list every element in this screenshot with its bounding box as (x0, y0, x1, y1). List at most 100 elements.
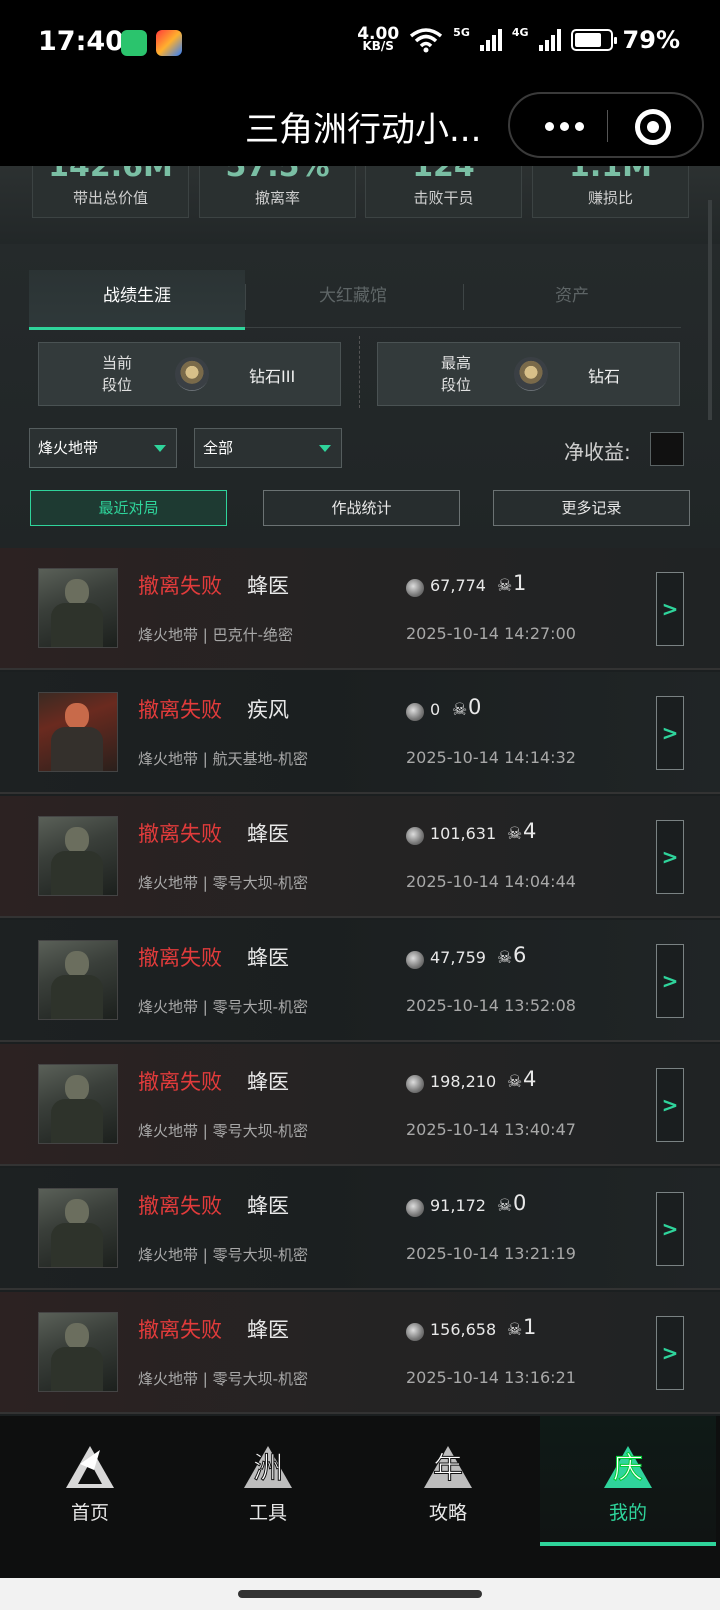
kill-count: 1 (523, 1315, 537, 1339)
recent-matches-button[interactable]: 最近对局 (30, 490, 227, 526)
kill-count: 4 (523, 819, 537, 843)
coin-icon (406, 1075, 424, 1093)
avatar-head (65, 579, 89, 605)
match-result: 撤离失败 (138, 946, 222, 970)
diamond-rank-icon (175, 357, 209, 391)
stat-label: 带出总价值 (72, 189, 148, 207)
operator-avatar (38, 816, 118, 896)
stat-card: 124 击败干员 (365, 166, 522, 218)
highest-rank-label: 最高 段位 (440, 354, 471, 394)
loot-value: 156,658 (430, 1320, 497, 1339)
home-indicator[interactable] (238, 1590, 482, 1598)
kill-count: 4 (523, 1067, 537, 1091)
map-info: 烽火地带 | 零号大坝-机密 (138, 998, 309, 1016)
match-result: 撤离失败 (138, 698, 222, 722)
signal-icon (538, 29, 561, 51)
avatar-head (65, 1199, 89, 1225)
more-records-button[interactable]: 更多记录 (493, 490, 690, 526)
match-detail-button[interactable]: > (656, 820, 684, 894)
profile-logo-icon: 庆 (604, 1446, 652, 1488)
bottom-nav: 首页 洲 工具 年 攻略 庆 我的 (0, 1416, 720, 1578)
match-detail-button[interactable]: > (656, 1068, 684, 1142)
stat-label: 赚损比 (587, 189, 633, 207)
stats-strip: 142.6M 带出总价值 57.5% 撤离率 124 击败干员 1.1M 赚损比 (0, 166, 720, 244)
operator-name: 蜂医 (247, 822, 289, 846)
more-dots-icon[interactable] (534, 108, 594, 144)
chevron-down-icon (154, 445, 166, 452)
match-time: 2025-10-14 13:21:19 (406, 1244, 576, 1263)
match-detail-button[interactable]: > (656, 696, 684, 770)
stat-card: 1.1M 赚损比 (532, 166, 689, 218)
operator-avatar (38, 568, 118, 648)
map-info: 烽火地带 | 零号大坝-机密 (138, 1122, 309, 1140)
avatar-body (51, 1099, 103, 1143)
scrollbar[interactable] (708, 200, 712, 420)
match-row[interactable]: 撤离失败 蜂医 烽火地带 | 零号大坝-机密 91,172 ☠ 0 2025-10-14 1… (0, 1168, 720, 1290)
match-row[interactable]: 撤离失败 蜂医 烽火地带 | 零号大坝-机密 47,759 ☠ 6 2025-10-14 1… (0, 920, 720, 1042)
avatar-body (51, 727, 103, 771)
skull-icon: ☠ (497, 576, 513, 596)
loot-value: 0 (430, 700, 441, 719)
net-profit-label: 净收益: (564, 440, 631, 464)
map-info: 烽火地带 | 零号大坝-机密 (138, 874, 309, 892)
operator-name: 蜂医 (247, 1318, 289, 1342)
map-info: 烽火地带 | 零号大坝-机密 (138, 1370, 309, 1388)
coin-icon (406, 703, 424, 721)
avatar-body (51, 851, 103, 895)
match-result: 撤离失败 (138, 574, 222, 598)
close-target-icon[interactable] (635, 109, 671, 145)
nav-home[interactable]: 首页 (2, 1416, 178, 1546)
avatar-head (65, 827, 89, 853)
net-speed: 4.00 KB/S (357, 26, 399, 53)
stat-value: 124 (412, 166, 475, 184)
coin-icon (406, 951, 424, 969)
loot-value: 91,172 (430, 1196, 486, 1215)
loot-value: 198,210 (430, 1072, 497, 1091)
skull-icon: ☠ (507, 1072, 523, 1092)
match-time: 2025-10-14 14:14:32 (406, 748, 576, 767)
nav-guide[interactable]: 年 攻略 (360, 1416, 536, 1546)
match-detail-button[interactable]: > (656, 1316, 684, 1390)
avatar-head (65, 951, 89, 977)
svg-text:洲: 洲 (253, 1451, 283, 1486)
avatar-body (51, 1223, 103, 1267)
scope-select-value: 全部 (203, 439, 234, 457)
match-row[interactable]: 撤离失败 蜂医 烽火地带 | 零号大坝-机密 198,210 ☠ 4 2025-10-14 … (0, 1044, 720, 1166)
message-app-icon (121, 30, 147, 56)
signal-icon (479, 29, 502, 51)
nav-label: 我的 (608, 1502, 647, 1524)
scope-select[interactable]: 全部 (194, 428, 342, 468)
mode-select-value: 烽火地带 (38, 439, 99, 457)
match-detail-button[interactable]: > (656, 572, 684, 646)
match-result: 撤离失败 (138, 1070, 222, 1094)
svg-text:年: 年 (433, 1451, 463, 1486)
stat-card: 57.5% 撤离率 (199, 166, 356, 218)
nav-profile[interactable]: 庆 我的 (540, 1416, 716, 1546)
chevron-down-icon (319, 445, 331, 452)
coin-icon (406, 579, 424, 597)
diamond-rank-icon (514, 357, 548, 391)
match-row[interactable]: 撤离失败 蜂医 烽火地带 | 零号大坝-机密 156,658 ☠ 1 2025-10-14 … (0, 1292, 720, 1414)
match-row[interactable]: 撤离失败 疾风 烽火地带 | 航天基地-机密 0 ☠ 0 2025-10-14 14:14:… (0, 672, 720, 794)
skull-icon: ☠ (497, 1196, 513, 1216)
match-row[interactable]: 撤离失败 蜂医 烽火地带 | 零号大坝-机密 101,631 ☠ 4 2025-10-14 … (0, 796, 720, 918)
battle-stats-button[interactable]: 作战统计 (263, 490, 460, 526)
sim1-type: 5G (453, 26, 470, 39)
kill-count: 1 (513, 571, 527, 595)
tab-career[interactable]: 战绩生涯 (29, 270, 245, 330)
net-profit-checkbox[interactable] (650, 432, 684, 466)
mode-select[interactable]: 烽火地带 (29, 428, 177, 468)
match-detail-button[interactable]: > (656, 1192, 684, 1266)
match-detail-button[interactable]: > (656, 944, 684, 1018)
operator-name: 蜂医 (247, 574, 289, 598)
match-time: 2025-10-14 14:04:44 (406, 872, 576, 891)
coin-icon (406, 1199, 424, 1217)
tab-assets[interactable]: 资产 (463, 270, 681, 328)
loot-value: 67,774 (430, 576, 486, 595)
tab-collection[interactable]: 大红藏馆 (245, 270, 461, 328)
nav-tools[interactable]: 洲 工具 (180, 1416, 356, 1546)
match-row[interactable]: 撤离失败 蜂医 烽火地带 | 巴克什-绝密 67,774 ☠ 1 2025-10-14 14… (0, 548, 720, 670)
guide-logo-icon: 年 (424, 1446, 472, 1488)
tools-logo-icon: 洲 (244, 1446, 292, 1488)
battery-icon (570, 29, 617, 51)
